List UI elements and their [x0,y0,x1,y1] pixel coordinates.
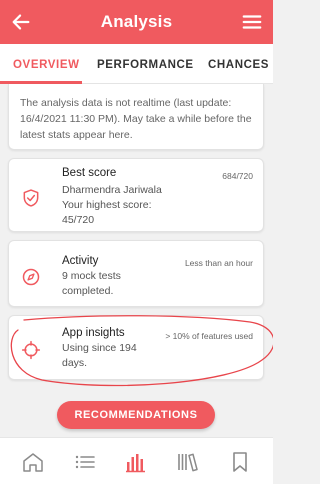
activity-card[interactable]: Activity Less than an hour 9 mock tests … [8,240,264,307]
card-title: Best score [62,167,117,179]
app-bar: Analysis [0,0,273,44]
best-score-card[interactable]: Best score 684/720 Dharmendra Jariwala Y… [8,158,264,232]
bottom-nav [0,437,273,484]
bookmark-icon[interactable] [228,450,252,474]
target-icon [21,340,41,360]
card-subtitle: Your highest score: 45/720 [62,199,152,226]
tab-overview[interactable]: OVERVIEW [13,44,80,84]
bar-chart-icon[interactable] [124,450,148,474]
home-icon[interactable] [21,450,45,474]
card-subtitle: 9 mock tests completed. [62,270,121,297]
library-books-icon[interactable] [176,450,200,474]
card-meta: 684/720 [222,171,253,181]
hamburger-menu-icon[interactable] [241,11,263,33]
tab-chances[interactable]: CHANCES [208,44,269,84]
card-meta: Less than an hour [184,258,253,268]
tab-bar: OVERVIEW PERFORMANCE CHANCES [0,44,273,84]
shield-check-icon [23,189,39,207]
tab-performance[interactable]: PERFORMANCE [97,44,194,84]
card-title: App insights [62,327,125,339]
recommendations-button[interactable]: RECOMMENDATIONS [57,401,215,429]
back-arrow-icon[interactable] [10,11,32,33]
card-meta: > 10% of features used [165,331,253,341]
card-subtitle: Using since 194 days. [62,342,137,369]
page-title: Analysis [100,12,173,31]
student-name: Dharmendra Jariwala [62,184,162,196]
realtime-notice: The analysis data is not realtime (last … [8,84,264,150]
card-title: Activity [62,255,99,267]
list-icon[interactable] [73,450,97,474]
app-insights-card[interactable]: App insights > 10% of features used Usin… [8,315,264,380]
compass-icon [22,268,40,286]
